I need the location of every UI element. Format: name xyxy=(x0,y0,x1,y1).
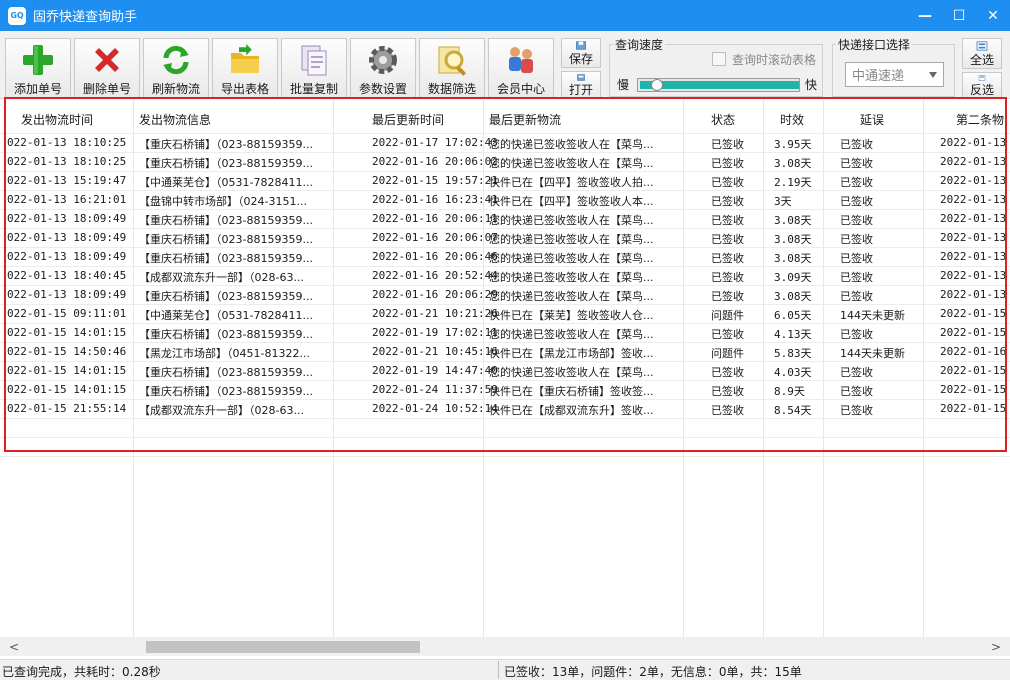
export-table-button[interactable]: 导出表格 xyxy=(212,38,278,98)
speed-fast-label: 快 xyxy=(805,78,818,92)
scroll-table-label: 查询时滚动表格 xyxy=(732,53,817,67)
title-bar: GQ 固乔快递查询助手 — ☐ ✕ xyxy=(0,0,1010,31)
status-bar: 已查询完成，共耗时：0.28秒 已签收：13单，问题件：2单，无信息：0单，共：… xyxy=(0,659,1010,680)
open-button[interactable]: 打开 xyxy=(561,71,601,99)
speed-slider[interactable] xyxy=(637,78,800,92)
speed-slider-thumb[interactable] xyxy=(651,79,663,91)
save-button[interactable]: 保存 xyxy=(561,38,601,68)
status-query-time: 已查询完成，共耗时：0.28秒 xyxy=(2,665,161,679)
member-center-button[interactable]: 会员中心 xyxy=(488,38,554,98)
close-button[interactable]: ✕ xyxy=(976,0,1010,31)
maximize-button[interactable]: ☐ xyxy=(942,0,976,31)
add-number-label: 添加单号 xyxy=(13,82,62,96)
export-table-label: 导出表格 xyxy=(220,82,269,96)
add-number-button[interactable]: 添加单号 xyxy=(5,38,71,98)
select-all-button[interactable]: 全选 xyxy=(962,38,1002,69)
table-highlight-frame xyxy=(4,97,1007,452)
row-divider xyxy=(0,456,1010,457)
save-label: 保存 xyxy=(568,52,593,66)
select-all-label: 全选 xyxy=(969,53,994,67)
data-filter-button[interactable]: 数据筛选 xyxy=(419,38,485,98)
app-logo-icon: GQ xyxy=(8,6,26,25)
refresh-logistics-label: 刷新物流 xyxy=(151,82,200,96)
export-folder-icon xyxy=(225,42,265,78)
batch-copy-label: 批量复制 xyxy=(289,82,338,96)
interface-title: 快递接口选择 xyxy=(836,36,913,53)
member-center-label: 会员中心 xyxy=(496,82,545,96)
refresh-logistics-button[interactable]: 刷新物流 xyxy=(143,38,209,98)
delete-number-label: 删除单号 xyxy=(82,82,131,96)
add-icon xyxy=(18,42,58,78)
save-icon xyxy=(576,41,586,50)
settings-button[interactable]: 参数设置 xyxy=(350,38,416,98)
open-label: 打开 xyxy=(568,83,593,97)
settings-label: 参数设置 xyxy=(358,82,407,96)
open-icon xyxy=(577,74,585,81)
scroll-table-checkbox[interactable] xyxy=(712,52,726,66)
scrollbar-thumb[interactable] xyxy=(146,641,420,653)
interface-select-value: 中通速递 xyxy=(852,69,905,84)
gear-icon xyxy=(363,42,403,78)
speed-title: 查询速度 xyxy=(613,36,666,53)
interface-select[interactable]: 中通速递 xyxy=(845,62,944,87)
horizontal-scrollbar[interactable]: < > xyxy=(0,637,1010,656)
chevron-down-icon xyxy=(929,72,937,78)
status-summary: 已签收：13单，问题件：2单，无信息：0单，共：15单 xyxy=(504,665,802,679)
speed-slow-label: 慢 xyxy=(617,78,630,92)
scroll-right-arrow-icon[interactable]: > xyxy=(991,640,1001,654)
member-icon xyxy=(501,42,541,78)
copy-icon xyxy=(294,42,334,78)
delete-icon xyxy=(87,42,127,78)
batch-copy-button[interactable]: 批量复制 xyxy=(281,38,347,98)
status-divider xyxy=(498,661,499,679)
minimize-button[interactable]: — xyxy=(908,0,942,31)
filter-search-icon xyxy=(432,42,472,78)
select-all-icon xyxy=(976,41,988,51)
refresh-icon xyxy=(156,42,196,78)
scroll-left-arrow-icon[interactable]: < xyxy=(9,640,19,654)
data-filter-label: 数据筛选 xyxy=(427,82,476,96)
invert-selection-button[interactable]: 反选 xyxy=(962,72,1002,99)
speed-slider-fill xyxy=(640,81,799,89)
delete-number-button[interactable]: 删除单号 xyxy=(74,38,140,98)
window-title: 固乔快递查询助手 xyxy=(33,10,138,25)
invert-selection-label: 反选 xyxy=(969,83,994,97)
